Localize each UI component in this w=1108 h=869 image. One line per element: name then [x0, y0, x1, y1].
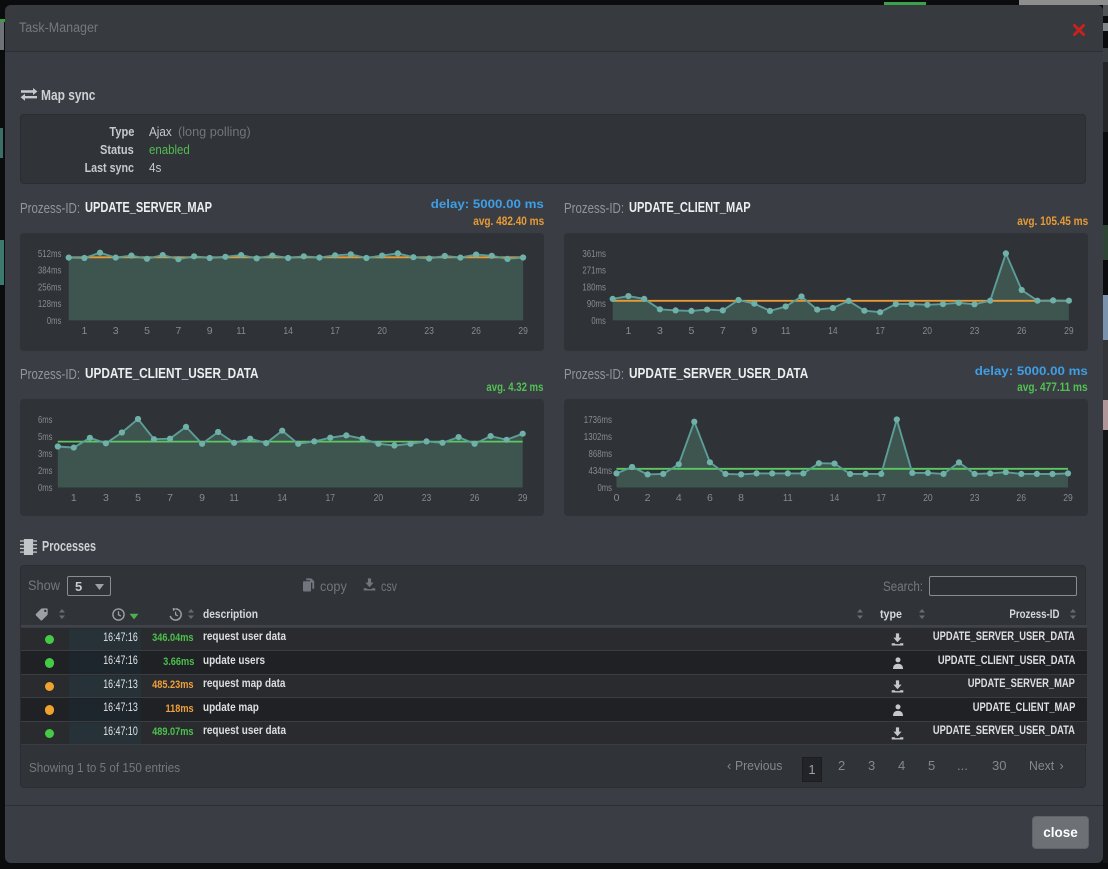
svg-text:14: 14: [277, 492, 287, 504]
svg-text:26: 26: [1017, 492, 1027, 504]
svg-text:0: 0: [614, 492, 620, 504]
svg-text:90ms: 90ms: [587, 298, 606, 310]
svg-text:434ms: 434ms: [589, 465, 613, 477]
svg-text:3ms: 3ms: [38, 448, 53, 460]
svg-text:256ms: 256ms: [38, 281, 62, 293]
svg-text:20: 20: [374, 492, 384, 504]
svg-text:868ms: 868ms: [589, 448, 613, 460]
svg-text:23: 23: [424, 325, 434, 337]
svg-text:3: 3: [103, 492, 109, 504]
svg-text:8: 8: [738, 492, 744, 504]
svg-text:1736ms: 1736ms: [584, 414, 612, 426]
svg-text:128ms: 128ms: [38, 298, 62, 310]
svg-text:23: 23: [970, 492, 980, 504]
svg-text:20: 20: [923, 325, 933, 337]
svg-text:5: 5: [135, 492, 141, 504]
svg-text:20: 20: [923, 492, 933, 504]
svg-text:384ms: 384ms: [38, 265, 62, 277]
svg-text:2ms: 2ms: [38, 465, 53, 477]
svg-text:17: 17: [875, 325, 885, 337]
svg-text:23: 23: [970, 325, 980, 337]
svg-text:6ms: 6ms: [38, 414, 53, 426]
svg-text:1: 1: [81, 325, 87, 337]
svg-text:1: 1: [625, 325, 631, 337]
svg-text:0ms: 0ms: [38, 482, 53, 494]
svg-text:2: 2: [645, 492, 651, 504]
svg-text:7: 7: [175, 325, 181, 337]
svg-text:1: 1: [71, 492, 77, 504]
svg-text:5ms: 5ms: [38, 431, 53, 443]
svg-text:9: 9: [199, 492, 205, 504]
svg-text:5: 5: [688, 325, 694, 337]
svg-text:14: 14: [830, 492, 840, 504]
svg-text:26: 26: [470, 492, 480, 504]
svg-text:9: 9: [751, 325, 757, 337]
svg-text:20: 20: [377, 325, 387, 337]
svg-text:29: 29: [1064, 325, 1074, 337]
svg-text:1302ms: 1302ms: [584, 431, 612, 443]
svg-text:0ms: 0ms: [47, 315, 62, 327]
svg-text:17: 17: [330, 325, 340, 337]
svg-text:26: 26: [471, 325, 481, 337]
svg-text:7: 7: [167, 492, 173, 504]
svg-text:29: 29: [518, 492, 528, 504]
svg-text:6: 6: [707, 492, 713, 504]
svg-text:29: 29: [518, 325, 528, 337]
svg-text:361ms: 361ms: [582, 248, 606, 260]
svg-text:7: 7: [720, 325, 726, 337]
svg-text:23: 23: [422, 492, 432, 504]
svg-text:3: 3: [113, 325, 119, 337]
svg-text:3: 3: [657, 325, 663, 337]
svg-text:11: 11: [781, 325, 791, 337]
svg-text:11: 11: [236, 325, 246, 337]
svg-text:14: 14: [828, 325, 838, 337]
svg-text:9: 9: [207, 325, 213, 337]
svg-text:29: 29: [1063, 492, 1073, 504]
svg-text:4: 4: [676, 492, 682, 504]
svg-text:0ms: 0ms: [591, 315, 606, 327]
svg-text:180ms: 180ms: [582, 281, 606, 293]
svg-text:14: 14: [283, 325, 293, 337]
svg-text:512ms: 512ms: [38, 248, 62, 260]
svg-text:26: 26: [1017, 325, 1027, 337]
svg-text:17: 17: [876, 492, 886, 504]
svg-text:5: 5: [144, 325, 150, 337]
svg-text:17: 17: [326, 492, 336, 504]
svg-text:11: 11: [783, 492, 793, 504]
svg-text:11: 11: [229, 492, 239, 504]
svg-text:0ms: 0ms: [598, 482, 613, 494]
svg-text:271ms: 271ms: [582, 265, 606, 277]
